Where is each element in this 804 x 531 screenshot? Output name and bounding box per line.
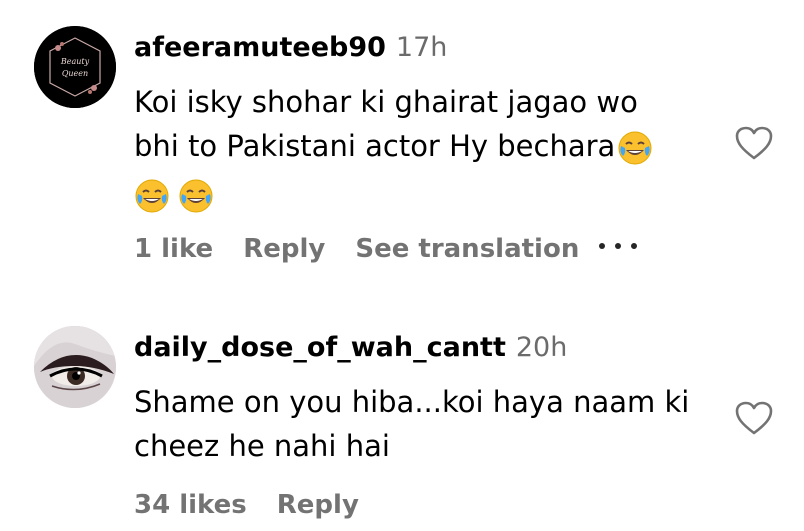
- comment-text-line: Shame on you hiba...koi haya naam ki: [134, 385, 690, 419]
- comment-item: daily_dose_of_wah_cantt 20h Shame on you …: [0, 300, 804, 531]
- comment-text-line: cheez he nahi hai: [134, 429, 390, 463]
- reply-button[interactable]: Reply: [243, 232, 325, 266]
- avatar[interactable]: Beauty Queen: [34, 26, 116, 108]
- comment-text-segment: bhi to Pakistani actor Hy bechara: [134, 129, 616, 163]
- comment-header: daily_dose_of_wah_cantt 20h: [134, 330, 567, 366]
- likes-count-button[interactable]: 34 likes: [134, 488, 247, 522]
- tears-of-joy-emoji-icon: [135, 179, 169, 213]
- heart-outline-icon[interactable]: [734, 400, 774, 436]
- svg-text:Queen: Queen: [62, 69, 88, 78]
- svg-text:Beauty: Beauty: [60, 57, 90, 66]
- comment-actions: 1 like Reply See translation: [134, 232, 579, 266]
- avatar[interactable]: [34, 326, 116, 408]
- username[interactable]: daily_dose_of_wah_cantt: [134, 332, 506, 363]
- heart-outline-icon[interactable]: [734, 125, 774, 161]
- comment-text: Shame on you hiba...koi haya naam ki che…: [134, 380, 704, 468]
- comment-text: Koi isky shohar ki ghairat jagao wo bhi …: [134, 80, 704, 216]
- likes-count-button[interactable]: 1 like: [134, 232, 213, 266]
- tears-of-joy-emoji-icon: [618, 131, 652, 165]
- timestamp: 20h: [515, 332, 568, 363]
- avatar-image: Beauty Queen: [34, 26, 116, 108]
- username[interactable]: afeeramuteeb90: [134, 32, 386, 63]
- more-horizontal-icon[interactable]: [597, 236, 639, 256]
- emoji-row: [134, 172, 704, 216]
- comment-item: Beauty Queen afeeramuteeb90 17h Koi isky …: [0, 0, 804, 290]
- comment-header: afeeramuteeb90 17h: [134, 30, 447, 66]
- comment-text-line: Koi isky shohar ki ghairat jagao wo: [134, 85, 638, 119]
- tears-of-joy-emoji-icon: [179, 179, 213, 213]
- reply-button[interactable]: Reply: [277, 488, 359, 522]
- timestamp: 17h: [395, 32, 448, 63]
- avatar-image: [34, 326, 116, 408]
- see-translation-button[interactable]: See translation: [355, 232, 579, 266]
- comment-actions: 34 likes Reply: [134, 488, 359, 522]
- comment-text-line: bhi to Pakistani actor Hy bechara: [134, 124, 704, 168]
